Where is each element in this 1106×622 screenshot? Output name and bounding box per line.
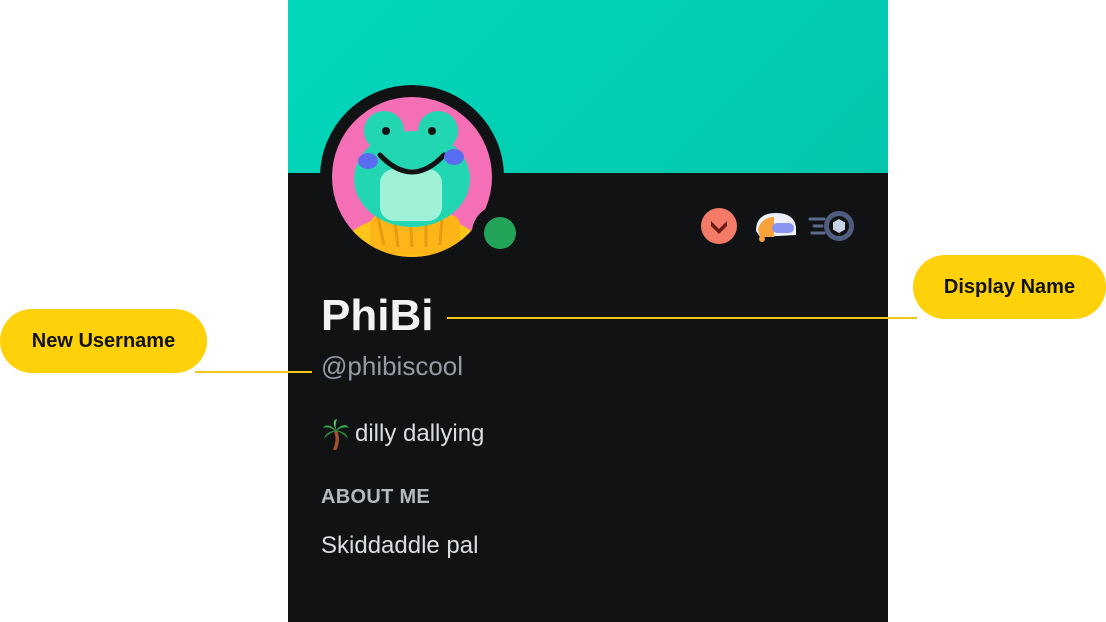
nitro-boost-badge-icon[interactable] — [808, 207, 856, 245]
avatar-container[interactable] — [320, 85, 528, 269]
username-callout: New Username — [0, 309, 207, 373]
custom-status: dilly dallying — [321, 418, 484, 450]
palm-tree-icon — [323, 419, 349, 450]
avatar[interactable] — [332, 97, 492, 257]
quest-helmet-badge-icon[interactable] — [752, 207, 800, 245]
about-me-text: Skiddaddle pal — [321, 532, 479, 559]
frog-avatar-icon — [332, 97, 492, 257]
username: @phibiscool — [321, 351, 464, 381]
profile-card: PhiBi @phibiscool dilly dallying ABOUT M… — [288, 0, 888, 622]
username-connector-line — [195, 371, 312, 373]
online-status-dot — [484, 217, 516, 249]
display-name-connector-line — [447, 317, 917, 319]
display-name: PhiBi — [321, 291, 434, 340]
hypesquad-brilliance-badge-icon[interactable] — [700, 207, 738, 245]
about-me-heading: ABOUT ME — [321, 486, 431, 508]
custom-status-text: dilly dallying — [355, 420, 485, 447]
display-name-callout: Display Name — [913, 255, 1106, 319]
status-indicator — [472, 205, 528, 261]
